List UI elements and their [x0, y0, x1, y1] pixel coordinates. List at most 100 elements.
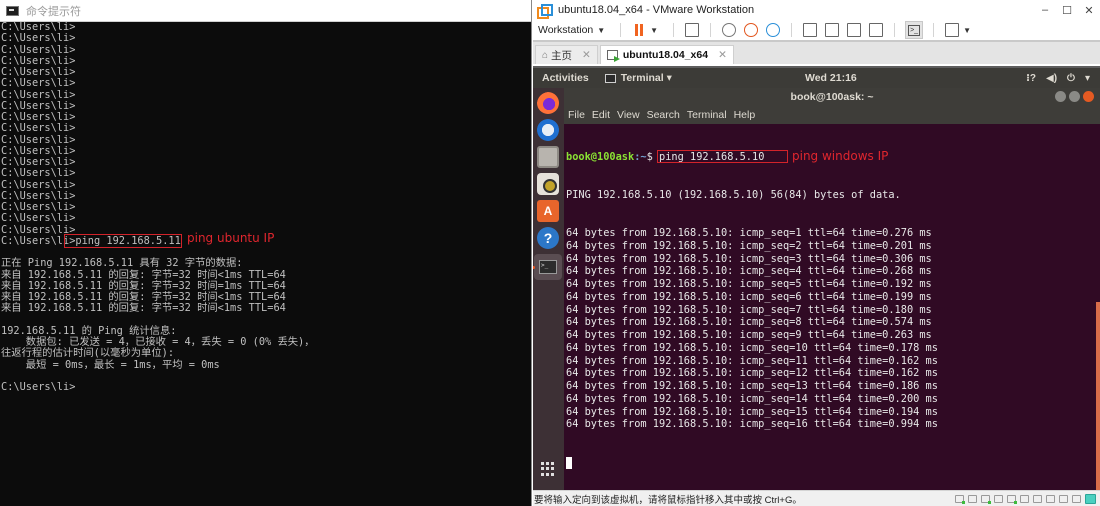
vm-console-screen[interactable]: Activities Terminal ▾ Wed 21:16 ⁝? ◀) ⏻ …: [533, 66, 1100, 490]
snapshot-icon[interactable]: [722, 23, 737, 37]
menu-terminal[interactable]: Terminal: [687, 109, 727, 121]
toolbar-divider: [620, 23, 622, 37]
ping-reply-line: 64 bytes from 192.168.5.10: icmp_seq=6 t…: [566, 290, 932, 303]
terminal-window[interactable]: book@100ask: ~ File Edit View Search Ter…: [564, 88, 1100, 490]
close-button[interactable]: ✕: [1078, 4, 1100, 17]
system-menu[interactable]: ⁝? ◀) ⏻ ▾: [1026, 73, 1090, 84]
cd-dvd-icon[interactable]: [968, 494, 977, 503]
cmd-title: 命令提示符: [26, 5, 81, 18]
tab-close-icon[interactable]: ✕: [718, 49, 727, 61]
usb-device-icon[interactable]: [1033, 494, 1042, 503]
usb-device-icon[interactable]: [1046, 494, 1055, 503]
terminal-prompt-line: book@100ask:~$ ping 192.168.5.10 ping win…: [566, 148, 1100, 164]
cmd-prompt-line: C:\Users\li>: [1, 122, 76, 135]
toolbar-divider: [933, 23, 935, 37]
stretch-icon[interactable]: [945, 23, 960, 37]
terminal-minimize-button[interactable]: [1055, 91, 1066, 102]
menu-help[interactable]: Help: [734, 109, 756, 121]
menu-edit[interactable]: Edit: [592, 109, 610, 121]
vmware-titlebar[interactable]: ubuntu18.04_x64 - VMware Workstation – ☐…: [533, 0, 1100, 20]
printer-icon[interactable]: [994, 494, 1003, 503]
cmd-window[interactable]: 命令提示符 C:\Users\li> C:\Users\li> C:\Users\l…: [0, 0, 532, 506]
cmd-prompt-line: C:\Users\li>: [1, 144, 76, 157]
power-menu-chevron-icon[interactable]: ▼: [650, 26, 658, 35]
prompt-symbol: $: [646, 150, 653, 163]
terminal-close-button[interactable]: [1083, 91, 1094, 102]
clock[interactable]: Wed 21:16: [805, 72, 857, 84]
ping-reply-line: 64 bytes from 192.168.5.10: icmp_seq=10 …: [566, 341, 938, 354]
files-icon[interactable]: [537, 146, 559, 168]
sidebar-view-icon[interactable]: [803, 23, 818, 37]
workstation-menu[interactable]: Workstation: [538, 24, 593, 36]
rhythmbox-icon[interactable]: [537, 173, 559, 195]
chevron-down-icon: ▾: [1084, 72, 1090, 84]
message-log-icon[interactable]: [1085, 493, 1096, 504]
terminal-scrollbar[interactable]: [1096, 302, 1100, 490]
chevron-down-icon[interactable]: ▼: [597, 26, 605, 35]
usb-controller-icon[interactable]: [1020, 494, 1029, 503]
show-applications-icon[interactable]: [541, 462, 555, 476]
terminal-maximize-button[interactable]: [1069, 91, 1080, 102]
vm-running-icon: [606, 50, 620, 62]
firefox-icon[interactable]: [537, 92, 559, 114]
ping-reply-line: 64 bytes from 192.168.5.10: icmp_seq=13 …: [566, 380, 938, 392]
terminal-icon: [604, 73, 616, 83]
maximize-button[interactable]: ☐: [1056, 4, 1078, 17]
ubuntu-software-icon[interactable]: A: [537, 200, 559, 222]
activities-button[interactable]: Activities: [542, 72, 589, 84]
cursor-line: [566, 456, 1100, 470]
terminal-output[interactable]: book@100ask:~$ ping 192.168.5.10 ping win…: [564, 124, 1100, 490]
menu-search[interactable]: Search: [647, 109, 680, 121]
app-menu[interactable]: Terminal ▾: [604, 72, 672, 84]
unity-icon[interactable]: [869, 23, 884, 37]
sound-card-icon[interactable]: [1007, 494, 1017, 504]
fullscreen-icon[interactable]: [847, 23, 862, 37]
vmware-window[interactable]: ubuntu18.04_x64 - VMware Workstation – ☐…: [533, 0, 1100, 506]
ubuntu-dock: A ? >_: [533, 88, 564, 490]
ping-reply-line: 64 bytes from 192.168.5.10: icmp_seq=16 …: [566, 418, 938, 431]
cmd-prompt-line: C:\Users\li>: [1, 21, 76, 33]
ping-reply-line: 64 bytes from 192.168.5.10: icmp_seq=7 t…: [566, 303, 932, 316]
tab-home[interactable]: ⌂ 主页 ✕: [535, 45, 598, 64]
ping-reply-line: 64 bytes from 192.168.5.10: icmp_seq=2 t…: [566, 239, 932, 252]
cmd-prompt-line: C:\Users\li>: [1, 54, 76, 67]
menu-file[interactable]: File: [568, 109, 585, 121]
gnome-topbar: Activities Terminal ▾ Wed 21:16 ⁝? ◀) ⏻ …: [533, 68, 1100, 88]
vmware-statusbar: 要将输入定向到该虚拟机，请将鼠标指针移入其中或按 Ctrl+G。: [533, 490, 1100, 506]
revert-snapshot-icon[interactable]: [744, 23, 759, 37]
bluetooth-icon[interactable]: [1059, 494, 1068, 503]
thunderbird-icon[interactable]: [537, 119, 559, 141]
snapshot-manager-icon[interactable]: [766, 23, 781, 37]
prompt-path: :~: [634, 150, 647, 163]
cmd-prompt-line: C:\Users\li>: [1, 111, 76, 123]
stretch-chevron-icon[interactable]: ▼: [963, 26, 971, 35]
cmd-prompt-line: C:\Users\li>: [1, 133, 76, 146]
terminal-titlebar[interactable]: book@100ask: ~: [564, 88, 1100, 106]
send-ctrl-alt-del-icon[interactable]: [685, 23, 700, 37]
cmd-titlebar[interactable]: 命令提示符: [0, 0, 531, 22]
menu-view[interactable]: View: [617, 109, 640, 121]
cmd-output-line: 最短 = 0ms，最长 = 1ms，平均 = 0ms: [1, 358, 220, 371]
console-view-button[interactable]: >_: [905, 21, 924, 39]
display-icon[interactable]: [1072, 494, 1081, 503]
tab-ubuntu-vm[interactable]: ubuntu18.04_x64 ✕: [599, 45, 734, 64]
tab-close-icon[interactable]: ✕: [582, 49, 591, 61]
command-annotation: ping windows IP: [792, 148, 889, 163]
terminal-dock-icon[interactable]: >_: [533, 254, 562, 280]
cmd-output-line: 往返行程的估计时间(以毫秒为单位):: [1, 347, 175, 360]
cmd-prompt-line: C:\Users\li>: [1, 66, 76, 78]
network-icon: ⁝?: [1026, 72, 1037, 84]
cmd-prompt-line: C:\Users\li>: [1, 178, 76, 191]
network-adapter-icon[interactable]: [981, 494, 991, 504]
cmd-output-line: 正在 Ping 192.168.5.11 具有 32 字节的数据:: [1, 257, 243, 270]
vmware-title: ubuntu18.04_x64 - VMware Workstation: [558, 4, 755, 16]
cmd-prompt-line: C:\Users\li>: [1, 201, 76, 213]
ping-reply-line: 64 bytes from 192.168.5.10: icmp_seq=9 t…: [566, 329, 932, 341]
cmd-console[interactable]: C:\Users\li> C:\Users\li> C:\Users\li> C:\U…: [0, 21, 531, 393]
pause-icon[interactable]: [632, 23, 646, 37]
help-icon[interactable]: ?: [537, 227, 559, 249]
cmd-prompt-line: C:\Users\li>: [1, 43, 76, 56]
hard-disk-icon[interactable]: [955, 494, 965, 504]
thumbnail-view-icon[interactable]: [825, 23, 840, 37]
minimize-button[interactable]: –: [1034, 4, 1056, 17]
